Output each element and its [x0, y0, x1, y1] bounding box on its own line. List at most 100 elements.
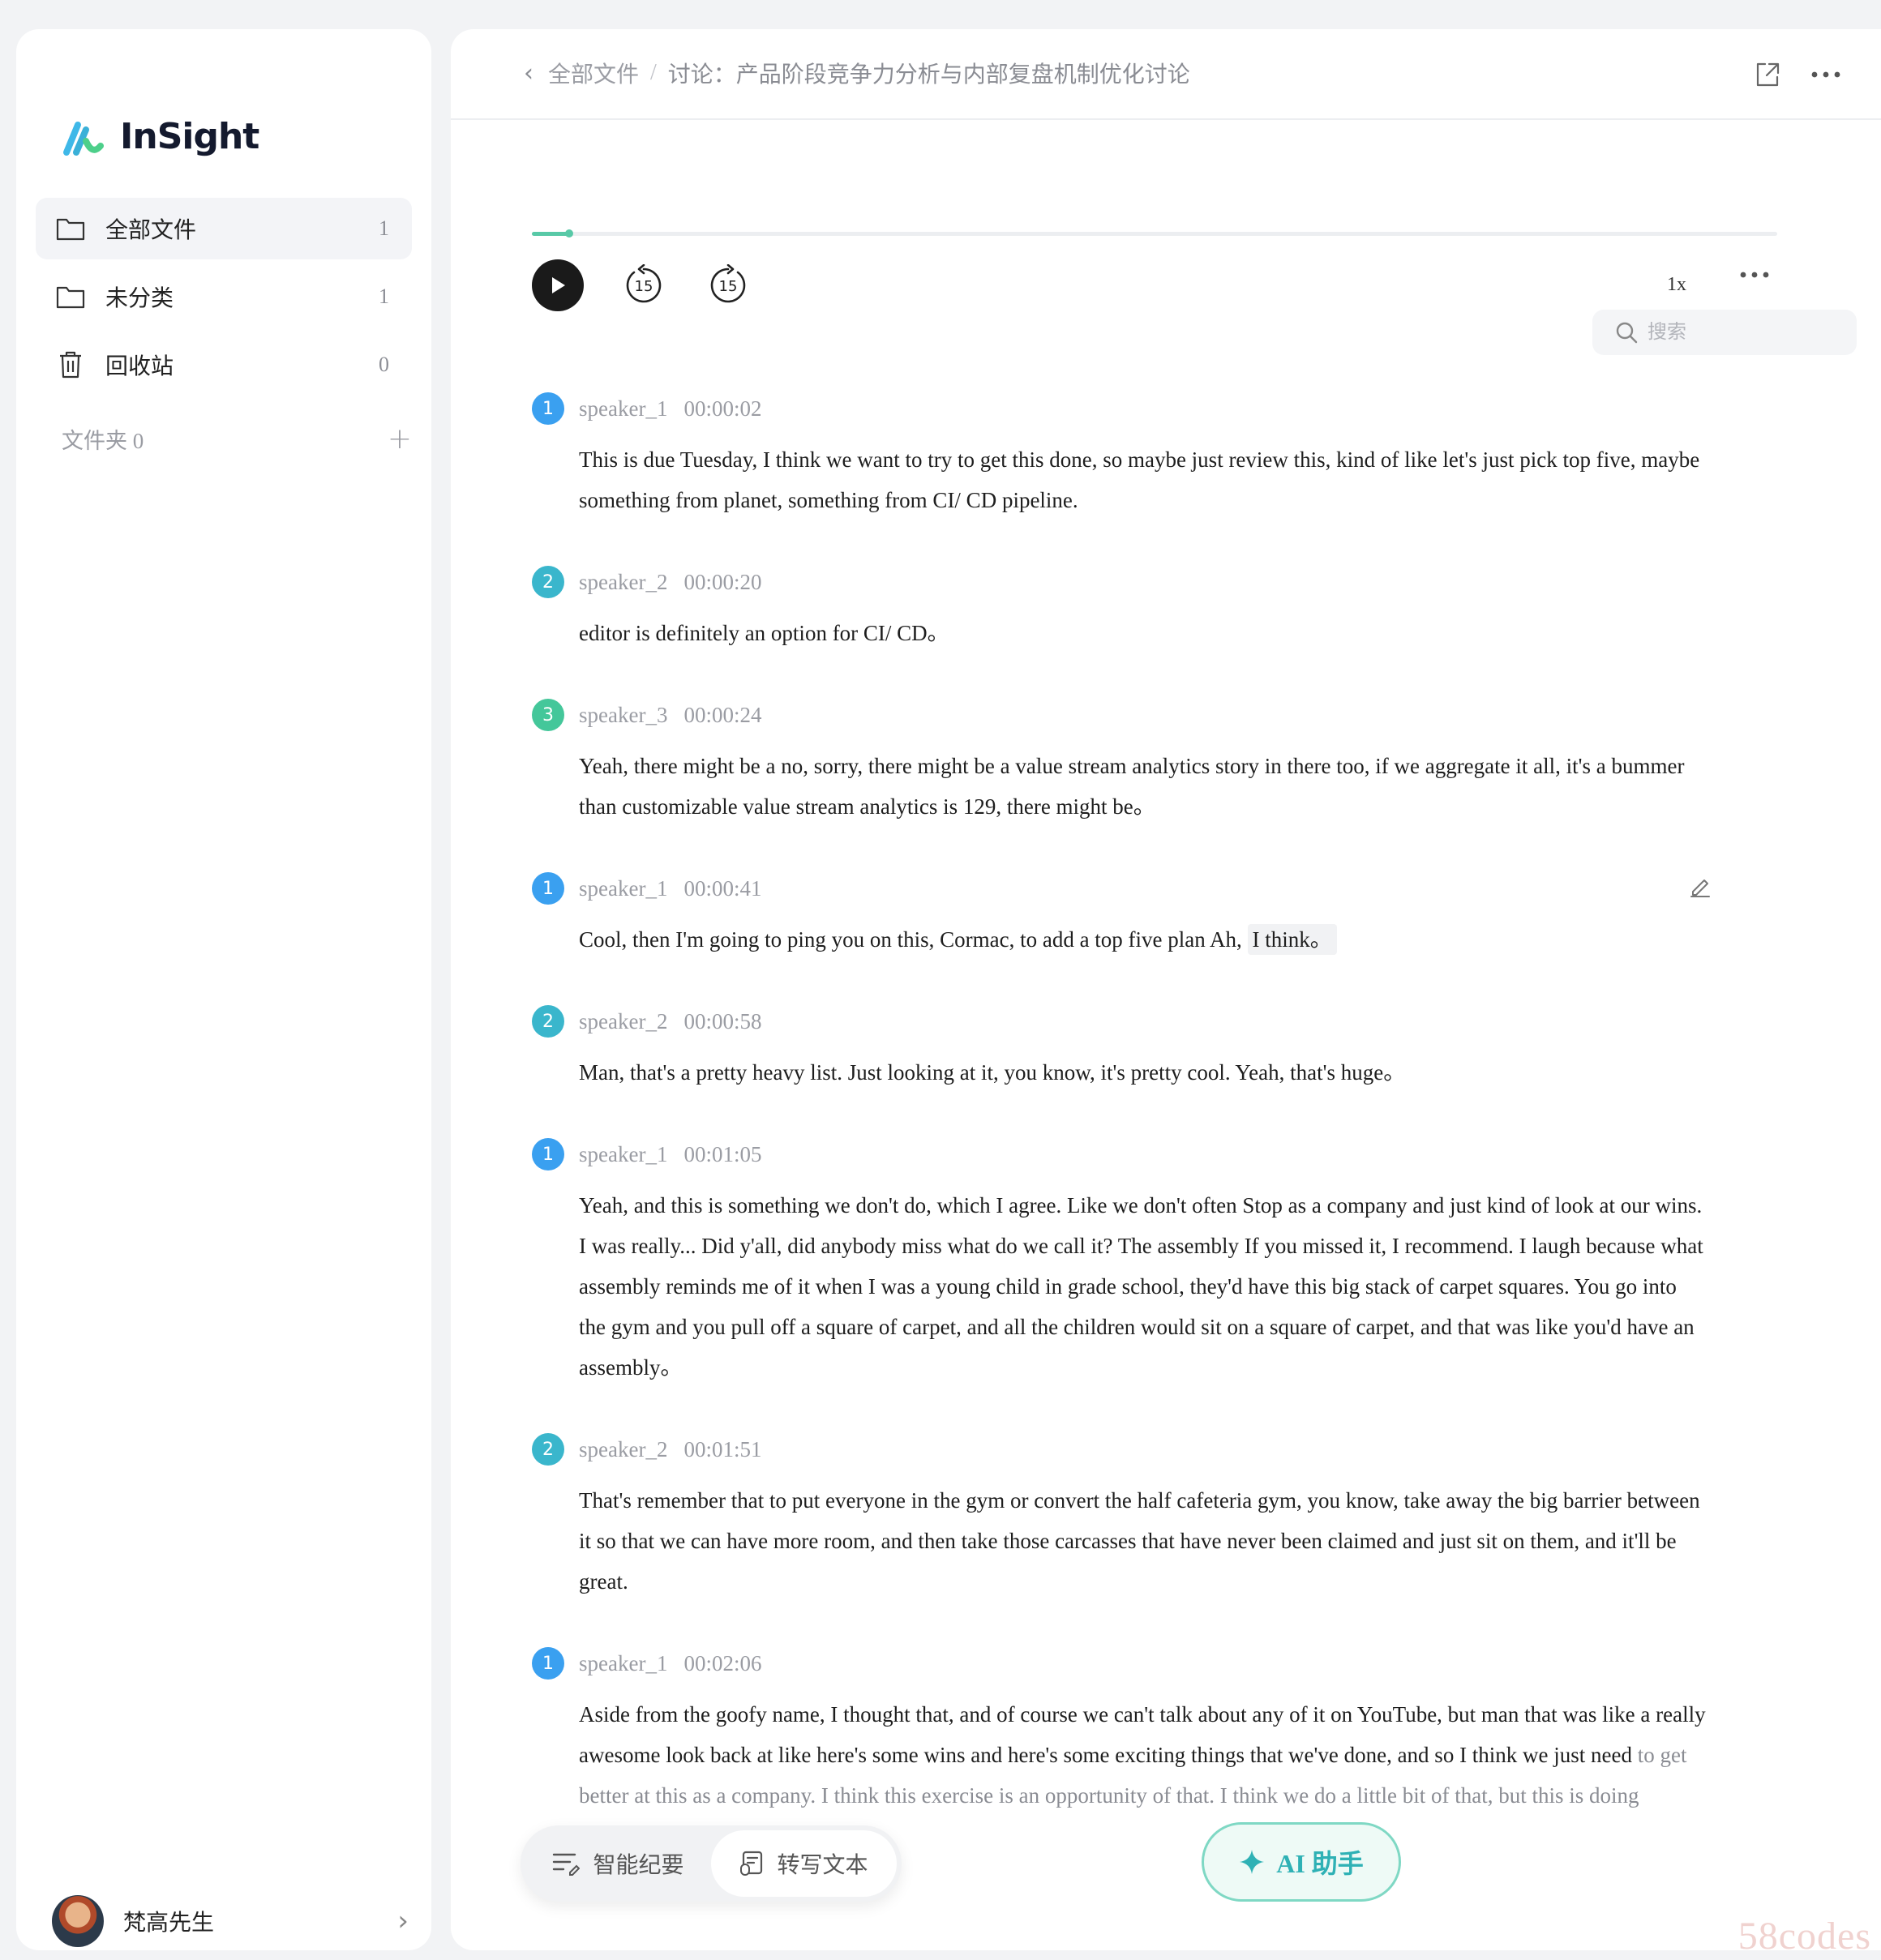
user-profile[interactable]: 梵高先生 ›	[52, 1892, 409, 1950]
transcript-segment: 1 speaker_1 00:00:02 This is due Tuesday, I…	[532, 391, 1716, 520]
sidebar-item-all-files[interactable]: 全部文件 1	[36, 198, 412, 259]
speaker-name[interactable]: speaker_2	[579, 1009, 667, 1034]
trash-icon	[55, 349, 86, 380]
speaker-badge: 2	[532, 566, 564, 598]
sidebar-item-label: 回收站	[105, 354, 174, 379]
segment-timestamp[interactable]: 00:00:24	[683, 703, 761, 728]
segment-header: 1 speaker_1 00:00:41	[532, 871, 1716, 906]
progress-bar[interactable]	[532, 229, 1777, 238]
transcript-segment: 1 speaker_1 00:02:06 Aside from the goofy n…	[532, 1645, 1716, 1816]
forward-15-icon: 15	[710, 263, 746, 303]
more-options-icon[interactable]	[1808, 57, 1844, 92]
segment-text: Cool, then I'm going to ping you on this…	[579, 919, 1706, 960]
sidebar-item-label: 未分类	[105, 286, 174, 311]
segment-header: 2 speaker_2 00:01:51	[532, 1431, 1716, 1467]
folder-icon	[55, 281, 86, 312]
skip-back-button[interactable]: 15	[623, 263, 665, 306]
segment-header: 2 speaker_2 00:00:20	[532, 564, 1716, 600]
speaker-badge: 2	[532, 1433, 564, 1466]
progress-fill	[532, 232, 569, 236]
sidebar-item-count: 1	[379, 216, 389, 240]
speaker-name[interactable]: speaker_1	[579, 1142, 667, 1167]
sidebar-item-count: 1	[379, 285, 389, 308]
speaker-name[interactable]: speaker_1	[579, 1651, 667, 1676]
user-name: 梵高先生	[123, 1911, 215, 1936]
tab-transcript[interactable]: 转写文本	[711, 1830, 897, 1897]
edit-icon[interactable]	[1688, 874, 1716, 901]
svg-text:15: 15	[719, 278, 738, 295]
segment-text: That's remember that to put everyone in …	[579, 1480, 1706, 1602]
search-icon	[1616, 322, 1638, 344]
rewind-15-icon: 15	[626, 263, 662, 303]
avatar	[52, 1895, 104, 1947]
segment-text-body: This is due Tuesday, I think we want to …	[579, 447, 1700, 512]
share-icon[interactable]	[1750, 57, 1785, 92]
segment-text: Man, that's a pretty heavy list. Just lo…	[579, 1052, 1706, 1093]
highlighted-text: I think。	[1247, 924, 1337, 955]
breadcrumb: ‹ 全部文件 / 讨论：产品阶段竞争力分析与内部复盘机制优化讨论	[524, 57, 1190, 89]
speaker-name[interactable]: speaker_2	[579, 1437, 667, 1462]
player-controls: 15 15 1x	[532, 256, 1777, 313]
tab-smart-summary[interactable]: 智能纪要	[525, 1830, 711, 1897]
playback-speed[interactable]: 1x	[1667, 274, 1686, 296]
segment-timestamp[interactable]: 00:00:02	[683, 396, 761, 422]
segment-timestamp[interactable]: 00:01:05	[683, 1142, 761, 1167]
segment-timestamp[interactable]: 00:02:06	[683, 1651, 761, 1676]
speaker-name[interactable]: speaker_1	[579, 876, 667, 901]
speaker-badge: 1	[532, 872, 564, 905]
segment-text-body: Yeah, there might be a no, sorry, there …	[579, 754, 1685, 819]
segment-header: 3 speaker_3 00:00:24	[532, 697, 1716, 733]
view-switcher: 智能纪要 转写文本	[521, 1825, 902, 1902]
chevron-right-icon: ›	[397, 1905, 409, 1937]
speaker-name[interactable]: speaker_2	[579, 570, 667, 595]
back-chevron-icon[interactable]: ‹	[524, 59, 533, 88]
speaker-badge: 1	[532, 392, 564, 425]
segment-header: 2 speaker_2 00:00:58	[532, 1004, 1716, 1039]
topbar: ‹ 全部文件 / 讨论：产品阶段竞争力分析与内部复盘机制优化讨论	[451, 29, 1881, 120]
skip-forward-button[interactable]: 15	[707, 263, 749, 306]
transcript-segment: 1 speaker_1 00:00:41 Cool, then I'm going t…	[532, 871, 1716, 960]
speaker-badge: 3	[532, 699, 564, 731]
segment-header: 1 speaker_1 00:02:06	[532, 1645, 1716, 1681]
folders-label: 文件夹 0	[62, 429, 144, 453]
speaker-badge: 1	[532, 1138, 564, 1170]
segment-header: 1 speaker_1 00:00:02	[532, 391, 1716, 426]
transcript-search	[1592, 310, 1857, 355]
segment-timestamp[interactable]: 00:00:41	[683, 876, 761, 901]
search-input[interactable]	[1647, 321, 1842, 344]
sidebar-item-label: 全部文件	[105, 218, 197, 243]
segment-timestamp[interactable]: 00:00:58	[683, 1009, 761, 1034]
segment-text-body: Yeah, and this is something we don't do,…	[579, 1193, 1703, 1380]
transcript-list: 1 speaker_1 00:00:02 This is due Tuesday, I…	[532, 391, 1716, 1816]
breadcrumb-root[interactable]: 全部文件	[548, 57, 639, 89]
segment-text: This is due Tuesday, I think we want to …	[579, 439, 1706, 520]
segment-timestamp[interactable]: 00:01:51	[683, 1437, 761, 1462]
transcript-segment: 1 speaker_1 00:01:05 Yeah, and this is some…	[532, 1136, 1716, 1388]
progress-handle[interactable]	[565, 229, 573, 238]
app-logo: InSight	[62, 113, 259, 159]
folder-icon	[55, 213, 86, 244]
top-actions	[1727, 57, 1844, 92]
sidebar-nav: 全部文件 1 未分类 1 回收站 0	[36, 198, 412, 402]
segment-timestamp[interactable]: 00:00:20	[683, 570, 761, 595]
sidebar-item-trash[interactable]: 回收站 0	[36, 334, 412, 396]
speaker-name[interactable]: speaker_1	[579, 396, 667, 422]
ai-assistant-button[interactable]: AI 助手	[1202, 1822, 1401, 1902]
segment-header: 1 speaker_1 00:01:05	[532, 1136, 1716, 1172]
svg-text:15: 15	[635, 278, 653, 295]
add-folder-button[interactable]: +	[388, 424, 412, 454]
watermark: 58codes	[1737, 1915, 1871, 1958]
folders-section: 文件夹 0 +	[62, 423, 412, 455]
sidebar-item-uncategorized[interactable]: 未分类 1	[36, 266, 412, 327]
player-more-icon[interactable]	[1740, 267, 1769, 282]
insight-logo-icon	[63, 122, 104, 156]
segment-text-body: Man, that's a pretty heavy list. Just lo…	[579, 1060, 1406, 1085]
transcript-segment: 2 speaker_2 00:00:58 Man, that's a pretty h…	[532, 1004, 1716, 1093]
tab-label: 转写文本	[777, 1853, 868, 1878]
sidebar-item-count: 0	[379, 353, 389, 376]
play-button[interactable]	[532, 259, 584, 311]
main-panel: ‹ 全部文件 / 讨论：产品阶段竞争力分析与内部复盘机制优化讨论 15 15 1…	[451, 29, 1881, 1950]
segment-text-body: editor is definitely an option for CI/ C…	[579, 621, 949, 645]
speaker-name[interactable]: speaker_3	[579, 703, 667, 728]
sparkle-icon	[1240, 1850, 1265, 1874]
